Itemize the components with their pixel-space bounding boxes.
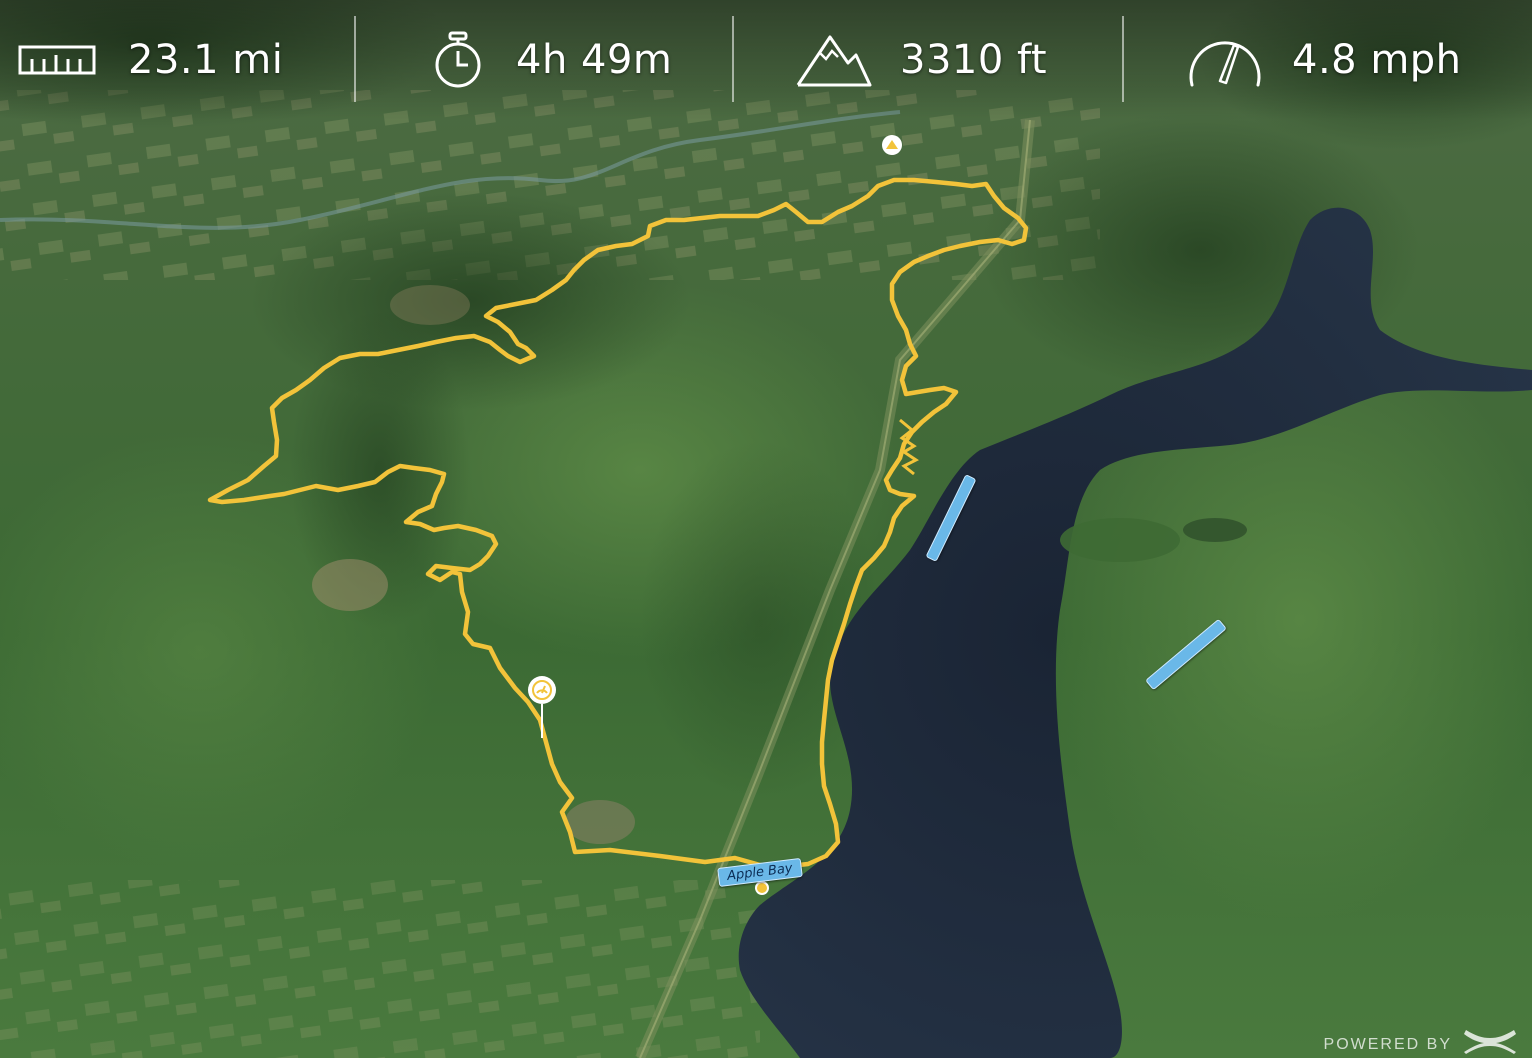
stat-divider [732,16,734,102]
distance-stat: 23.1 mi [18,24,283,96]
stats-bar: 23.1 mi 4h 49m 3310 ft 4.8 mph [0,0,1532,120]
elevation-stat: 3310 ft [796,24,1047,96]
terrain-map [0,0,1532,1058]
stat-divider [354,16,356,102]
under-armour-logo [1464,1030,1516,1054]
duration-value: 4h 49m [516,37,673,83]
ruler-icon [18,45,96,75]
distance-value: 23.1 mi [128,37,284,83]
start-marker [755,881,769,895]
elevation-value: 3310 ft [900,37,1048,83]
duration-stat: 4h 49m [432,24,672,96]
map-view[interactable]: Apple Bay [0,0,1532,1058]
branding: POWERED BY [1324,1026,1520,1054]
speed-stat: 4.8 mph [1186,24,1462,96]
powered-by-label: POWERED BY [1323,1036,1452,1053]
mountain-icon [796,35,872,87]
stopwatch-icon [435,31,481,88]
trailhead-marker [882,135,902,155]
stat-divider [1122,16,1124,102]
speedometer-icon [1189,41,1261,87]
speed-value: 4.8 mph [1292,37,1462,83]
